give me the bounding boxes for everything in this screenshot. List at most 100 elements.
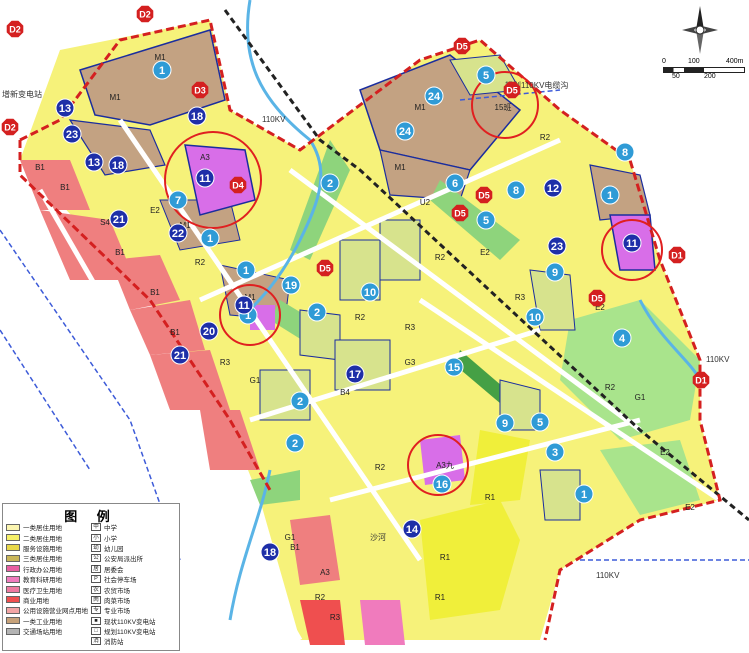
scale-label: 200 <box>704 73 716 80</box>
legend-landuse-item: 交通场站用地 <box>6 626 91 636</box>
marker-number: 8 <box>513 185 519 197</box>
legend-symbol-item: P 社会停车场 <box>91 574 176 584</box>
marker-number: 3 <box>552 447 558 459</box>
scale-bar: 0 100 400m 50 200 <box>660 58 748 84</box>
legend-label: 商业用地 <box>23 597 49 605</box>
legend-landuse-item: 医疗卫生用地 <box>6 584 91 595</box>
legend-symbol-icon: 肉 <box>91 595 101 604</box>
revision-tag-label: D5 <box>506 86 518 96</box>
marker-number: 4 <box>619 333 626 345</box>
legend-label: 二类居住用地 <box>23 535 62 543</box>
zone-label: R3 <box>220 358 231 367</box>
marker-number: 5 <box>537 417 543 429</box>
marker-number: 16 <box>436 479 448 491</box>
legend-label: 消防站 <box>104 639 124 647</box>
legend-label: 一类居住用地 <box>23 525 62 533</box>
zone-label: R1 <box>485 493 496 502</box>
legend-swatch <box>6 523 20 531</box>
zone-label: B1 <box>115 248 125 257</box>
marker-number: 20 <box>203 326 215 338</box>
legend-landuse-item: 公用设施营业网点用地 <box>6 605 91 615</box>
scale-label: 100 <box>688 58 700 65</box>
north-arrow-icon <box>682 6 718 54</box>
legend-label: 肉菜市场 <box>104 597 130 605</box>
marker-number: 2 <box>297 396 303 408</box>
marker-number: 1 <box>581 489 587 501</box>
legend-symbol-icon: 专 <box>91 606 101 615</box>
legend-symbol-icon: 小 <box>91 533 101 542</box>
scale-label: 50 <box>672 73 680 80</box>
marker-number: 18 <box>264 547 276 559</box>
legend-landuse-item: 一类工业用地 <box>6 616 91 626</box>
legend-landuse-item: 三类居住用地 <box>6 553 91 563</box>
legend-swatch <box>6 554 20 562</box>
marker-number: 9 <box>502 418 508 430</box>
legend-symbol-item: 消消防站 <box>91 636 176 646</box>
legend-symbol-icon: 消 <box>91 637 101 646</box>
marker-number: 21 <box>113 214 125 226</box>
legend-symbol-icon: P <box>91 575 101 584</box>
legend-symbol-icon: 居 <box>91 564 101 573</box>
legend-landuse-item: 服务设施用地 <box>6 543 91 553</box>
legend-label: 公安局派出所 <box>104 556 143 564</box>
power-line-label: 110KV <box>706 355 730 364</box>
legend-swatch <box>6 544 20 552</box>
legend-symbol-item: ■ 现状110KV变电站 <box>91 616 176 626</box>
marker-number: 1 <box>607 190 613 202</box>
legend-symbol-item: □ 规划110KV变电站 <box>91 626 176 636</box>
legend-landuse-item: 教育科研用地 <box>6 574 91 584</box>
zone-label: R2 <box>375 463 386 472</box>
legend-symbol-item: 居居委会 <box>91 564 176 574</box>
legend-landuse-item: 一类居住用地 <box>6 522 91 532</box>
legend-label: 专业市场 <box>104 608 130 616</box>
legend-label: 社会停车场 <box>104 577 137 585</box>
legend-symbol-item: 农农贸市场 <box>91 584 176 595</box>
revision-tag-label: D3 <box>194 86 206 96</box>
legend-symbol-icon: 中 <box>91 523 101 532</box>
legend-label: 小学 <box>104 535 117 543</box>
legend-label: 教育科研用地 <box>23 577 62 585</box>
legend-swatch <box>6 534 20 542</box>
legend-label: 规划110KV变电站 <box>104 629 156 637</box>
marker-number: 22 <box>172 228 184 240</box>
legend-label: 三类居住用地 <box>23 556 62 564</box>
legend-landuse-item: 行政办公用地 <box>6 564 91 574</box>
zone-label: R2 <box>605 383 616 392</box>
legend-symbol-item: 中中学 <box>91 522 176 532</box>
legend-label: 幼儿园 <box>104 545 124 553</box>
zone-label: R2 <box>355 313 366 322</box>
legend-label: 中学 <box>104 525 117 533</box>
zone-label: G1 <box>285 533 296 542</box>
legend-symbol-icon: ■ <box>91 616 101 625</box>
zone-label: A3九 <box>436 461 454 470</box>
power-line-label: 110KV <box>596 571 620 580</box>
marker-number: 11 <box>626 238 638 250</box>
marker-number: 9 <box>552 267 558 279</box>
legend-swatch <box>6 606 20 614</box>
legend-symbol-item: 小小学 <box>91 532 176 543</box>
legend-landuse-column: 一类居住用地 二类居住用地 服务设施用地 三类居住用地 行政办公用地教育科研用地 医疗卫生… <box>6 522 91 647</box>
legend-label: 服务设施用地 <box>23 545 62 553</box>
revision-tag-label: D5 <box>478 191 490 201</box>
zone-label: R1 <box>435 593 446 602</box>
zone-label: U2 <box>420 198 431 207</box>
marker-number: 11 <box>199 173 211 185</box>
zone-label: R3 <box>330 613 341 622</box>
legend-landuse-item: 商业用地 <box>6 595 91 605</box>
zone-label: M1 <box>414 103 426 112</box>
zone-label: B1 <box>150 288 160 297</box>
map-legend: 图 例 一类居住用地 二类居住用地 服务设施用地 三类居住用地 行政办公用地教育科研用地… <box>2 503 180 651</box>
revision-tag-label: D2 <box>139 10 151 20</box>
legend-swatch <box>6 565 20 573</box>
zone-label: M1 <box>394 163 406 172</box>
legend-title: 图 例 <box>64 509 118 524</box>
marker-number: 1 <box>159 65 165 77</box>
legend-landuse-item: 二类居住用地 <box>6 532 91 543</box>
legend-label: 农贸市场 <box>104 587 130 595</box>
revision-tag-label: D2 <box>4 123 16 133</box>
revision-tag-label: D5 <box>591 294 603 304</box>
marker-number: 17 <box>349 369 361 381</box>
substation-label: 增新变电站 <box>2 89 42 99</box>
zone-label: R2 <box>540 133 551 142</box>
revision-tag-label: D1 <box>695 376 707 386</box>
